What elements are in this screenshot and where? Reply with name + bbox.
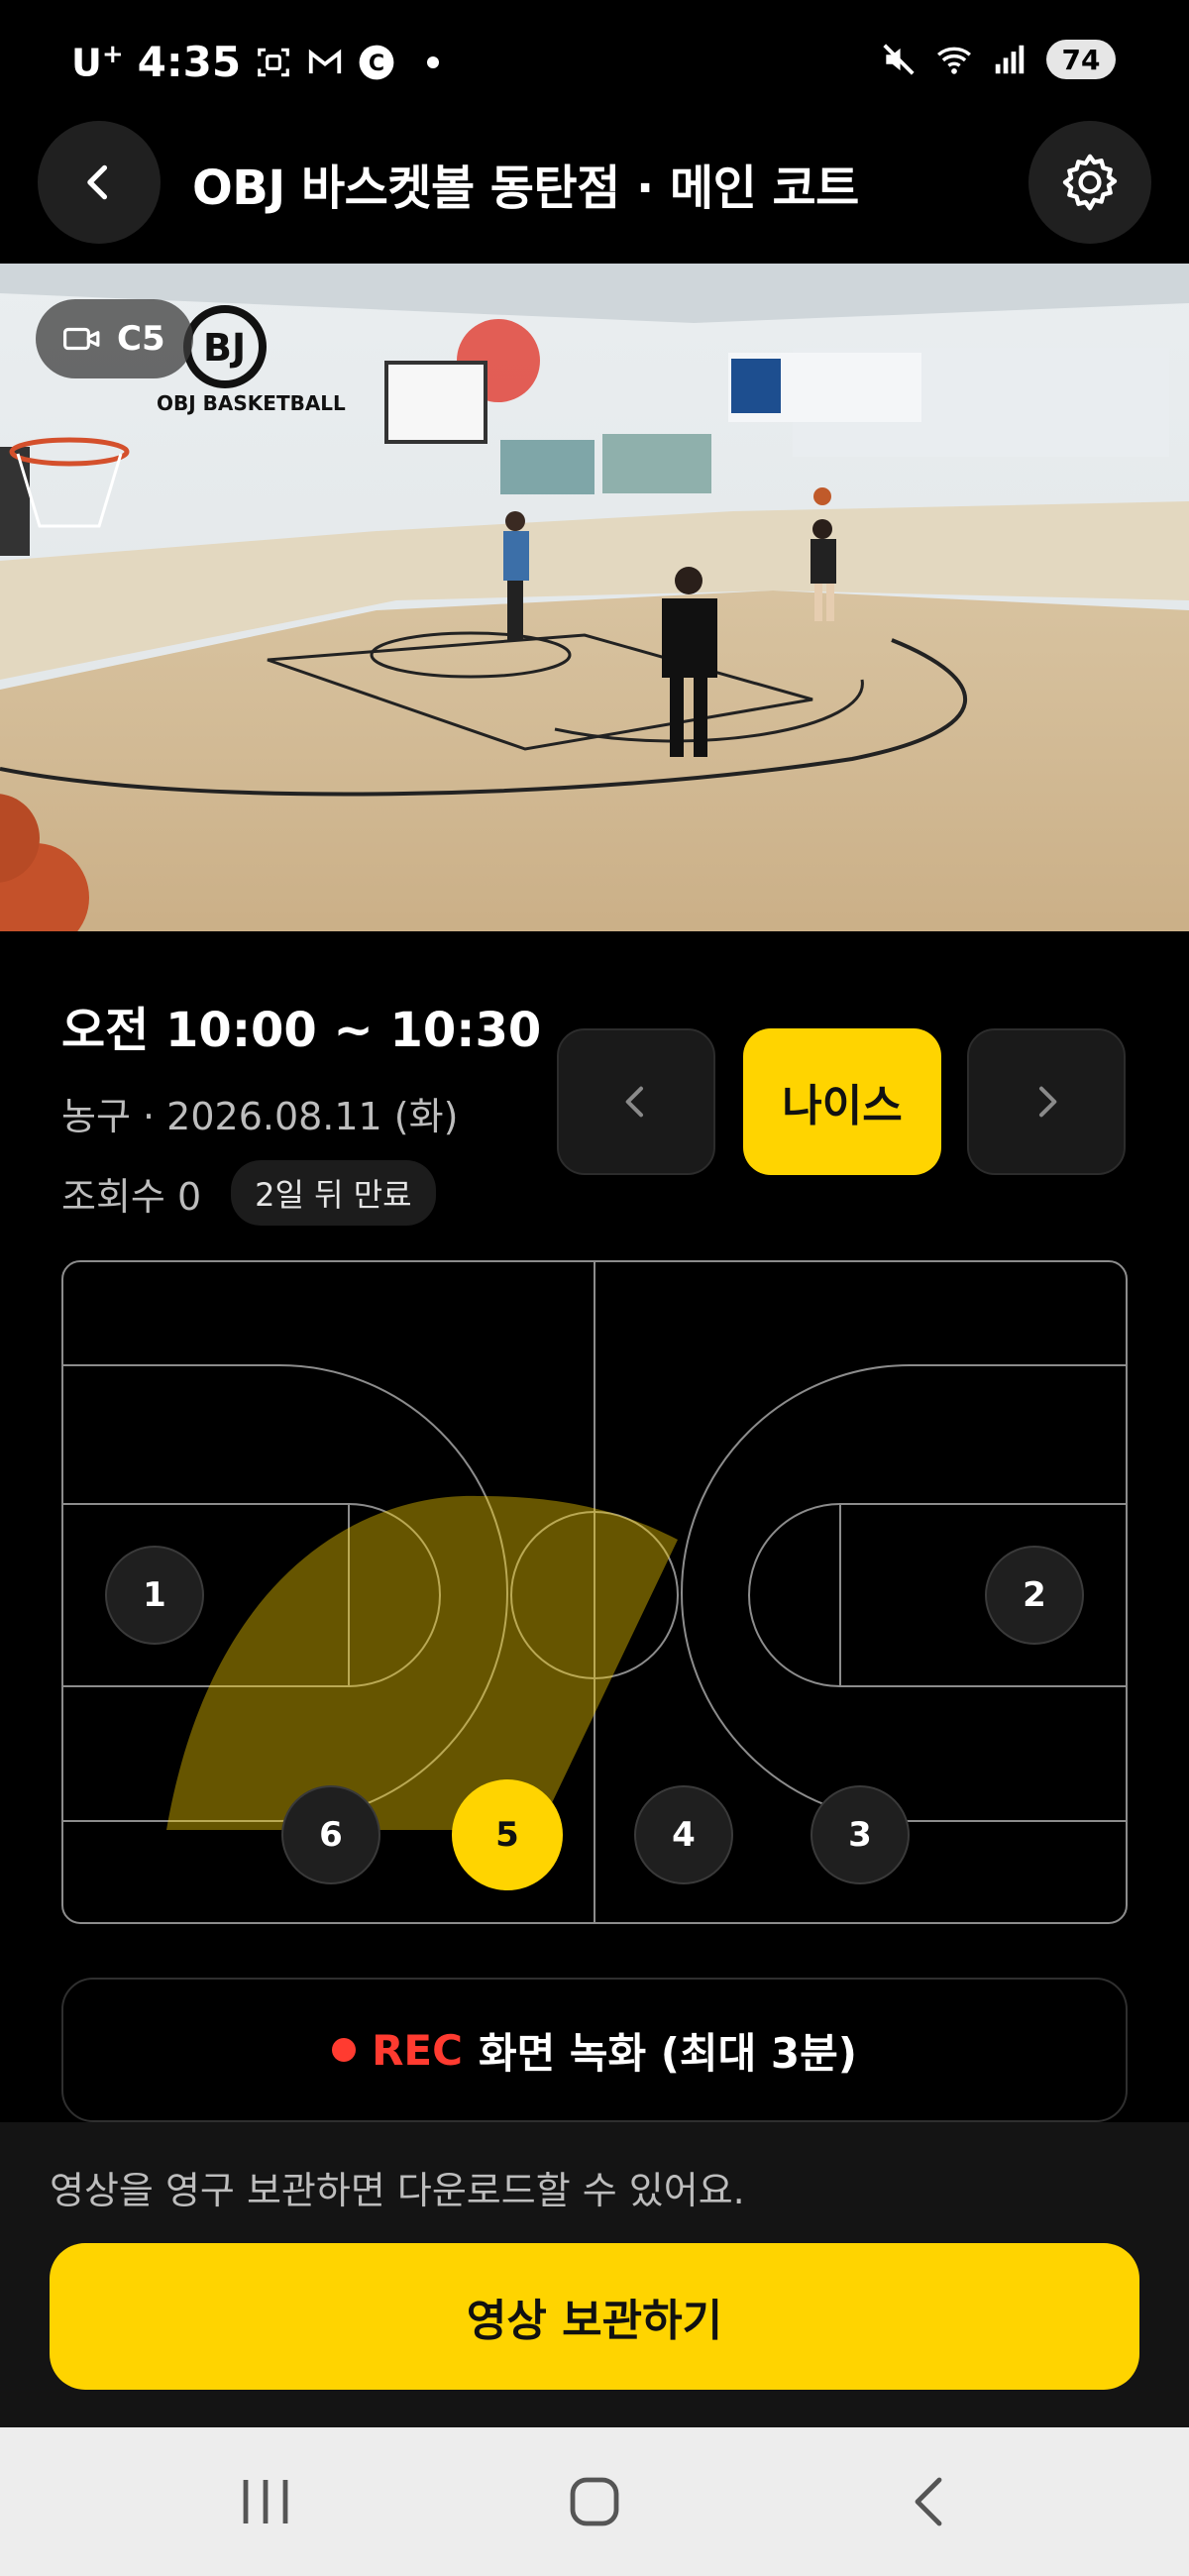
record-dot-icon	[332, 2038, 357, 2062]
system-back-button[interactable]	[890, 2472, 969, 2531]
recents-icon	[243, 2480, 288, 2523]
back-button[interactable]	[38, 121, 161, 244]
previous-button[interactable]	[557, 1028, 715, 1175]
back-arrow-icon	[915, 2477, 942, 2526]
video-camera-icon	[63, 327, 100, 351]
session-info: 오전 10:00 ~ 10:30 농구 · 2026.08.11 (화) 조회수…	[61, 991, 541, 1226]
status-bar: U+ 4:35 C 74	[0, 0, 1189, 129]
system-nav-bar	[0, 2427, 1189, 2576]
expire-badge: 2일 뒤 만료	[231, 1160, 436, 1226]
wifi-icon	[936, 47, 972, 74]
gmail-icon	[308, 49, 342, 73]
home-button[interactable]	[555, 2472, 634, 2531]
camera-spot-5[interactable]: 5	[452, 1779, 563, 1890]
chevron-left-icon	[87, 164, 108, 200]
gear-icon	[1062, 154, 1118, 211]
rec-label: REC	[372, 2025, 463, 2075]
camera-label: C5	[117, 319, 165, 359]
next-button[interactable]	[967, 1028, 1126, 1175]
screenshot-icon	[258, 48, 289, 76]
app-header: OBJ 바스켓볼 동탄점 · 메인 코트	[0, 119, 1189, 248]
chevron-right-icon	[1039, 1086, 1057, 1118]
session-meta: 농구 · 2026.08.11 (화)	[61, 1095, 459, 1138]
camera-spot-4[interactable]: 4	[634, 1785, 733, 1884]
camera-spot-6[interactable]: 6	[281, 1785, 380, 1884]
court-map: 1 2 3 4 5 6	[61, 1260, 1128, 1924]
camera-spot-2[interactable]: 2	[985, 1546, 1084, 1645]
view-count: 조회수 0	[61, 1174, 202, 1219]
svg-text:OBJ BASKETBALL: OBJ BASKETBALL	[157, 391, 346, 415]
svg-text:C: C	[369, 50, 384, 75]
c-app-icon: C	[359, 45, 394, 79]
camera-badge: C5	[36, 299, 193, 378]
video-player[interactable]: BJ OBJ BASKETBALL C5	[0, 264, 1189, 931]
camera-spot-1[interactable]: 1	[105, 1546, 204, 1645]
notification-dot	[427, 55, 440, 68]
save-video-button[interactable]: 영상 보관하기	[50, 2243, 1139, 2390]
clock: 4:35	[137, 38, 242, 86]
recent-apps-button[interactable]	[226, 2472, 305, 2531]
home-icon	[570, 2477, 619, 2526]
carrier-label: U+	[71, 39, 124, 85]
session-time-range: 오전 10:00 ~ 10:30	[61, 1003, 542, 1058]
save-notice: 영상을 영구 보관하면 다운로드할 수 있어요.	[50, 2169, 745, 2212]
mute-icon	[883, 44, 915, 75]
signal-icon	[995, 45, 1025, 74]
screen-record-button[interactable]: REC 화면 녹화 (최대 3분)	[61, 1978, 1128, 2122]
record-text: 화면 녹화 (최대 3분)	[478, 2028, 857, 2078]
camera-spot-3[interactable]: 3	[811, 1785, 910, 1884]
page-title: OBJ 바스켓볼 동탄점 · 메인 코트	[192, 161, 859, 216]
settings-button[interactable]	[1028, 121, 1151, 244]
bottom-sheet: 영상을 영구 보관하면 다운로드할 수 있어요. 영상 보관하기	[0, 2122, 1189, 2427]
chevron-left-icon	[625, 1086, 643, 1118]
court-diagram	[61, 1260, 1128, 1924]
battery-indicator: 74	[1046, 40, 1116, 79]
svg-text:BJ: BJ	[203, 326, 246, 370]
nice-button[interactable]: 나이스	[743, 1028, 941, 1175]
